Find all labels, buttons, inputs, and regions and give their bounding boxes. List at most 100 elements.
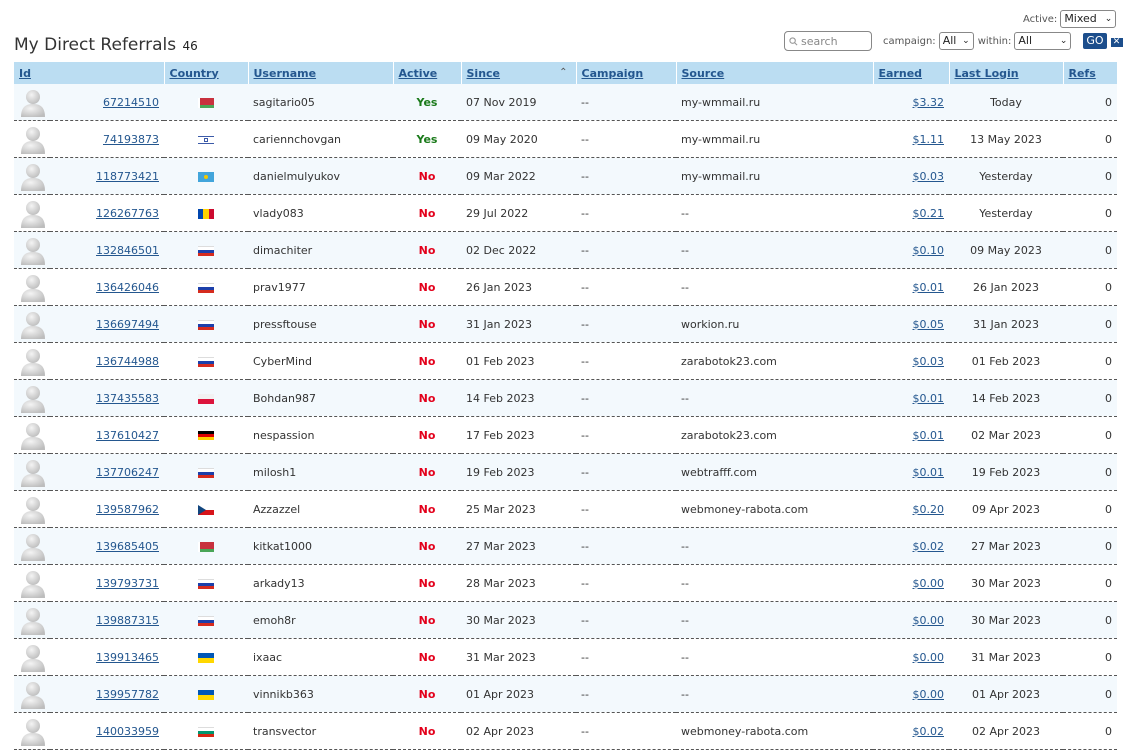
avatar-icon	[21, 608, 45, 635]
earned-link[interactable]: $0.02	[913, 540, 945, 553]
earned-cell: $0.21	[873, 194, 949, 232]
campaign-cell: --	[576, 194, 676, 232]
search-box[interactable]	[784, 31, 872, 51]
earned-link[interactable]: $0.00	[913, 651, 945, 664]
referral-id-link[interactable]: 140033959	[96, 725, 159, 738]
column-header-last-login[interactable]: Last Login	[949, 62, 1064, 84]
column-header-source[interactable]: Source	[676, 62, 874, 84]
referral-id-link[interactable]: 139793731	[96, 577, 159, 590]
chevron-down-icon: ⌄	[1059, 36, 1068, 46]
search-input[interactable]	[798, 34, 867, 48]
within-select[interactable]: All ⌄	[1014, 32, 1072, 50]
filter-bar: campaign: All ⌄ within: All ⌄ GO ✕	[784, 31, 1123, 51]
referral-id-link[interactable]: 139685405	[96, 540, 159, 553]
country-cell	[164, 453, 248, 491]
refs-cell: 0	[1063, 194, 1117, 232]
username-cell: nespassion	[248, 416, 393, 454]
earned-link[interactable]: $0.01	[913, 281, 945, 294]
earned-link[interactable]: $3.32	[913, 96, 945, 109]
earned-link[interactable]: $0.00	[913, 688, 945, 701]
refs-cell: 0	[1063, 675, 1117, 713]
last-login-cell: 31 Mar 2023	[949, 638, 1063, 676]
last-login-cell: 01 Feb 2023	[949, 342, 1063, 380]
username-cell: danielmulyukov	[248, 157, 393, 195]
active-status: Yes	[393, 120, 461, 158]
column-header-id[interactable]: Id	[14, 62, 165, 84]
referral-id-link[interactable]: 136744988	[96, 355, 159, 368]
avatar	[14, 564, 50, 602]
column-header-username[interactable]: Username	[248, 62, 394, 84]
active-filter-label: Active:	[1023, 13, 1058, 25]
table-row: 136697494 pressftouse No 31 Jan 2023 -- worki…	[14, 305, 1117, 343]
since-cell: 30 Mar 2023	[461, 601, 576, 639]
earned-link[interactable]: $0.03	[913, 355, 945, 368]
refs-cell: 0	[1063, 268, 1117, 306]
referral-id-link[interactable]: 137435583	[96, 392, 159, 405]
username-cell: milosh1	[248, 453, 393, 491]
within-label: within:	[977, 35, 1012, 47]
referral-id-link[interactable]: 139887315	[96, 614, 159, 627]
source-cell: webtrafff.com	[676, 453, 873, 491]
country-flag-icon	[198, 652, 214, 663]
earned-link[interactable]: $0.21	[913, 207, 945, 220]
referral-id-link[interactable]: 118773421	[96, 170, 159, 183]
referral-id-link[interactable]: 132846501	[96, 244, 159, 257]
earned-cell: $0.01	[873, 416, 949, 454]
source-cell: --	[676, 194, 873, 232]
referral-id-link[interactable]: 74193873	[103, 133, 159, 146]
referral-id-link[interactable]: 137706247	[96, 466, 159, 479]
clear-filters-button[interactable]: ✕	[1110, 38, 1123, 47]
earned-link[interactable]: $0.05	[913, 318, 945, 331]
referral-id-link[interactable]: 137610427	[96, 429, 159, 442]
earned-link[interactable]: $0.01	[913, 392, 945, 405]
country-cell	[164, 268, 248, 306]
country-flag-icon	[198, 356, 214, 367]
earned-link[interactable]: $0.03	[913, 170, 945, 183]
since-cell: 27 Mar 2023	[461, 527, 576, 565]
earned-cell: $0.01	[873, 379, 949, 417]
avatar	[14, 231, 50, 269]
column-header-country[interactable]: Country	[164, 62, 249, 84]
earned-cell: $0.01	[873, 453, 949, 491]
active-filter-select[interactable]: Mixed ⌄	[1060, 10, 1117, 28]
column-header-active[interactable]: Active	[393, 62, 462, 84]
country-flag-icon	[198, 393, 214, 404]
referral-id-cell: 139587962	[50, 490, 164, 528]
referral-id-link[interactable]: 67214510	[103, 96, 159, 109]
active-status: No	[393, 416, 461, 454]
last-login-cell: 27 Mar 2023	[949, 527, 1063, 565]
last-login-cell: 31 Jan 2023	[949, 305, 1063, 343]
username-cell: cariennchovgan	[248, 120, 393, 158]
go-button[interactable]: GO	[1083, 33, 1107, 49]
source-cell: --	[676, 601, 873, 639]
since-cell: 01 Apr 2023	[461, 675, 576, 713]
source-cell: my-wmmail.ru	[676, 120, 873, 158]
column-header-earned[interactable]: Earned	[873, 62, 950, 84]
referral-id-link[interactable]: 136426046	[96, 281, 159, 294]
earned-link[interactable]: $1.11	[913, 133, 945, 146]
earned-link[interactable]: $0.20	[913, 503, 945, 516]
since-cell: 01 Feb 2023	[461, 342, 576, 380]
referral-id-link[interactable]: 139587962	[96, 503, 159, 516]
earned-link[interactable]: $0.01	[913, 466, 945, 479]
referral-id-link[interactable]: 139913465	[96, 651, 159, 664]
avatar-icon	[21, 423, 45, 450]
campaign-select[interactable]: All ⌄	[938, 32, 974, 50]
earned-link[interactable]: $0.00	[913, 614, 945, 627]
column-header-campaign[interactable]: Campaign	[576, 62, 677, 84]
referral-id-link[interactable]: 136697494	[96, 318, 159, 331]
username-cell: transvector	[248, 712, 393, 750]
earned-link[interactable]: $0.01	[913, 429, 945, 442]
referral-id-link[interactable]: 126267763	[96, 207, 159, 220]
last-login-cell: 13 May 2023	[949, 120, 1063, 158]
column-header-refs[interactable]: Refs	[1063, 62, 1117, 84]
earned-link[interactable]: $0.02	[913, 725, 945, 738]
country-cell	[164, 342, 248, 380]
referral-id-cell: 139913465	[50, 638, 164, 676]
referral-id-cell: 136426046	[50, 268, 164, 306]
earned-link[interactable]: $0.10	[913, 244, 945, 257]
column-header-since[interactable]: Since ⌃	[461, 62, 577, 84]
earned-link[interactable]: $0.00	[913, 577, 945, 590]
last-login-cell: Today	[949, 84, 1063, 121]
referral-id-link[interactable]: 139957782	[96, 688, 159, 701]
